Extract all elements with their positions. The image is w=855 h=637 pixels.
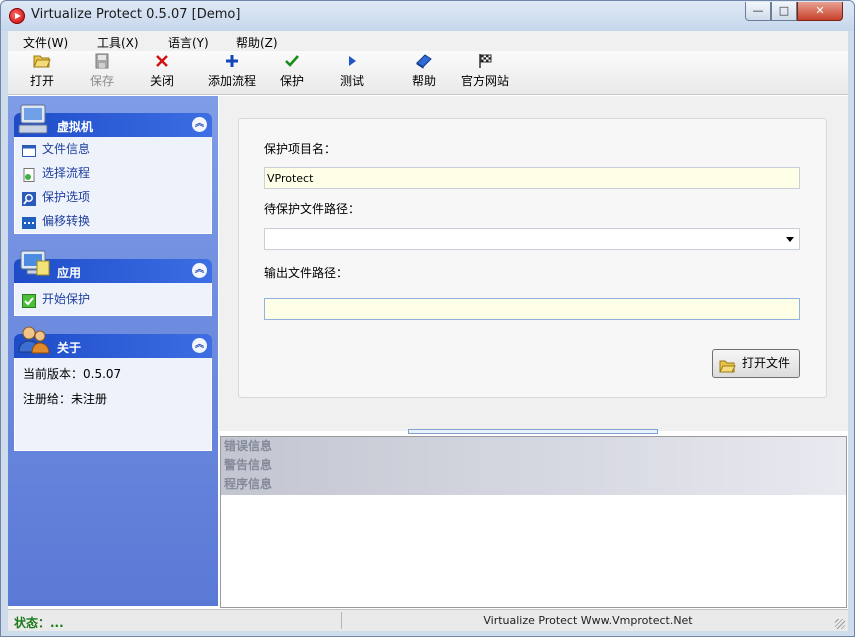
status-bar: 状态：... Virtualize Protect Www.Vmprotect.…: [8, 609, 848, 631]
folder-open-icon: [719, 356, 736, 373]
about-group-title: 关于: [57, 341, 82, 355]
folder-open-icon: [22, 53, 62, 73]
version-text: 当前版本：0.5.07: [23, 367, 122, 381]
vm-group: 虚拟机 ︽ 文件信息 选择流程 保护选项 偏移转换: [14, 104, 212, 234]
open-file-button[interactable]: 打开文件: [712, 349, 800, 378]
plus-icon: [204, 53, 260, 73]
log-categories: 错误信息 警告信息 程序信息: [221, 437, 846, 495]
help-button[interactable]: 帮助: [404, 53, 444, 93]
output-path-input[interactable]: [264, 298, 800, 320]
computer-icon: [17, 103, 51, 135]
users-icon: [17, 324, 51, 356]
client-area: 文件(W) 工具(X) 语言(Y) 帮助(Z) 打开 保存 关闭 添加流程 保护…: [8, 31, 848, 631]
output-path-label: 输出文件路径：: [264, 266, 349, 280]
close-window-button[interactable]: ✕: [797, 2, 843, 21]
vm-group-title: 虚拟机: [57, 120, 94, 134]
about-group: 关于 ︽ 当前版本：0.5.07 注册给：未注册: [14, 326, 212, 451]
about-group-header[interactable]: 关于 ︽: [14, 326, 212, 358]
toolbar: 打开 保存 关闭 添加流程 保护 测试 帮助 官方网站: [8, 51, 848, 95]
vm-group-body: 文件信息 选择流程 保护选项 偏移转换: [14, 137, 212, 234]
status-divider: [341, 612, 342, 629]
close-file-button[interactable]: 关闭: [142, 53, 182, 93]
red-x-icon: [142, 53, 182, 73]
app-group-body: 开始保护: [14, 283, 212, 316]
file-path-combobox[interactable]: [264, 228, 800, 250]
menu-tools[interactable]: 工具(X): [97, 34, 139, 51]
menu-bar: 文件(W) 工具(X) 语言(Y) 帮助(Z): [8, 31, 848, 51]
green-check-icon: [22, 292, 36, 308]
save-button[interactable]: 保存: [82, 53, 122, 93]
document-icon: [22, 166, 36, 182]
maximize-button[interactable]: □: [771, 2, 797, 21]
log-row-program[interactable]: 程序信息: [221, 475, 846, 494]
protect-button[interactable]: 保护: [272, 53, 312, 93]
app-window: Virtualize Protect 0.5.07 [Demo] — □ ✕ 文…: [0, 0, 855, 637]
test-button[interactable]: 测试: [332, 53, 372, 93]
play-icon: [332, 53, 372, 73]
about-group-body: 当前版本：0.5.07 注册给：未注册: [14, 358, 212, 451]
app-group-title: 应用: [57, 266, 82, 280]
collapse-chevron-icon[interactable]: ︽: [192, 263, 207, 278]
add-flow-button[interactable]: 添加流程: [204, 53, 260, 93]
status-text: 状态：...: [14, 616, 64, 630]
task-pane: 虚拟机 ︽ 文件信息 选择流程 保护选项 偏移转换 应用 ︽ 开始保护 关于 ︽…: [8, 96, 218, 606]
app-group: 应用 ︽ 开始保护: [14, 250, 212, 316]
open-button[interactable]: 打开: [22, 53, 62, 93]
menu-file[interactable]: 文件(W): [23, 34, 68, 51]
magnifier-icon: [22, 190, 36, 206]
status-website-text: Virtualize Protect Www.Vmprotect.Net: [483, 614, 693, 627]
log-row-errors[interactable]: 错误信息: [221, 437, 846, 456]
nav-start-protect[interactable]: 开始保护: [15, 287, 211, 311]
nav-offset-convert[interactable]: 偏移转换: [15, 209, 211, 233]
dots-icon: [22, 214, 36, 229]
help-book-icon: [404, 53, 444, 73]
checkered-flag-icon: [457, 53, 513, 73]
app-group-header[interactable]: 应用 ︽: [14, 250, 212, 283]
app-logo-icon: [9, 8, 25, 24]
project-name-input[interactable]: [264, 167, 800, 189]
dropdown-arrow-icon[interactable]: [786, 237, 794, 242]
nav-file-info[interactable]: 文件信息: [15, 137, 211, 161]
checkmark-icon: [272, 53, 312, 73]
floppy-disk-icon: [82, 53, 122, 73]
nav-protect-options[interactable]: 保护选项: [15, 185, 211, 209]
collapse-chevron-icon[interactable]: ︽: [192, 338, 207, 353]
window-title: Virtualize Protect 0.5.07 [Demo]: [31, 7, 241, 22]
file-path-label: 待保护文件路径：: [264, 202, 361, 216]
minimize-button[interactable]: —: [745, 2, 771, 21]
nav-select-flow[interactable]: 选择流程: [15, 161, 211, 185]
window-icon: [22, 142, 36, 157]
website-button[interactable]: 官方网站: [457, 53, 513, 93]
project-name-label: 保护项目名：: [264, 142, 337, 156]
title-bar[interactable]: Virtualize Protect 0.5.07 [Demo] — □ ✕: [1, 1, 854, 31]
project-form-area: 保护项目名： 待保护文件路径： 输出文件路径： 打开文件: [219, 96, 848, 431]
registered-to-text: 注册给：未注册: [23, 392, 108, 406]
resize-grip-icon[interactable]: [835, 619, 845, 629]
collapse-chevron-icon[interactable]: ︽: [192, 117, 207, 132]
vm-group-header[interactable]: 虚拟机 ︽: [14, 104, 212, 137]
log-row-warnings[interactable]: 警告信息: [221, 456, 846, 475]
menu-help[interactable]: 帮助(Z): [236, 34, 278, 51]
application-icon: [17, 249, 51, 281]
log-panel: 错误信息 警告信息 程序信息: [220, 436, 847, 608]
project-form-box: 保护项目名： 待保护文件路径： 输出文件路径： 打开文件: [238, 118, 827, 398]
panel-splitter[interactable]: [408, 429, 658, 434]
menu-language[interactable]: 语言(Y): [168, 34, 209, 51]
